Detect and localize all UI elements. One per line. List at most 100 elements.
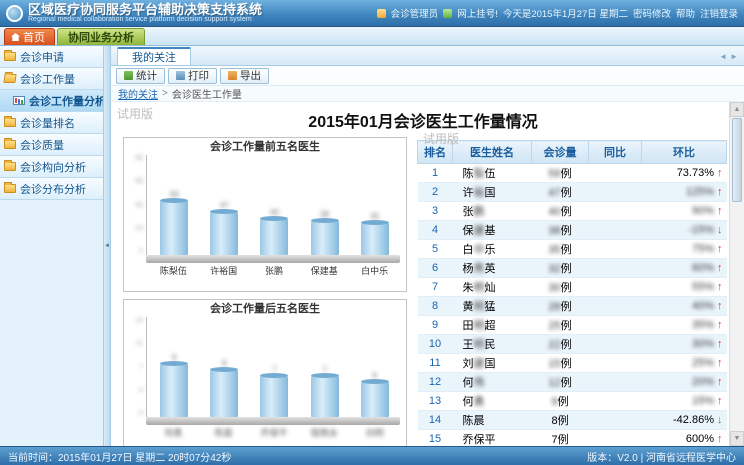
cases-cell: 59例	[532, 164, 589, 183]
table-row[interactable]: 6杨秀英32例60%↑	[418, 259, 727, 278]
sidebar-item[interactable]: 会诊构向分析	[0, 156, 103, 178]
rank-cell: 7	[418, 278, 453, 297]
export-button[interactable]: 导出	[220, 68, 269, 84]
sidebar-item-label: 会诊构向分析	[20, 159, 86, 175]
bar-category-label: 许裕国	[201, 264, 247, 277]
chart-icon	[13, 96, 25, 105]
y-axis-tick: 90	[135, 155, 143, 162]
rank-cell: 13	[418, 392, 453, 411]
y-axis-tick: 7	[139, 364, 143, 371]
sidebar-item[interactable]: 会诊工作量	[0, 68, 103, 90]
chart-title: 会诊工作量前五名医生	[128, 140, 402, 155]
version-info: 版本：V2.0 | 河南省远程医学中心	[587, 449, 736, 464]
app-title: 区域医疗协同服务平台辅助决策支持系统	[28, 3, 262, 16]
cases-cell: 25例	[532, 316, 589, 335]
breadcrumb-my-follow[interactable]: 我的关注	[118, 86, 158, 101]
table-row[interactable]: 14陈晨8例-42.86%↓	[418, 411, 727, 430]
nav-tab-analysis[interactable]: 协同业务分析	[57, 28, 145, 45]
doctor-name-cell: 张鹏	[453, 202, 532, 221]
table-row[interactable]: 4保建基38例-15%↓	[418, 221, 727, 240]
scroll-down-icon[interactable]: ▼	[730, 431, 744, 446]
tab-scroll-left-icon[interactable]: ◄	[719, 52, 727, 61]
trend-down-icon: ↓	[717, 414, 723, 426]
sidebar-item[interactable]: 会诊量排名	[0, 112, 103, 134]
bar-category-label: 白中乐	[352, 264, 398, 277]
cases-value: 9	[551, 396, 557, 408]
table-row[interactable]: 15乔保平7例600%↑	[418, 430, 727, 447]
y-axis-tick: 23	[135, 225, 143, 232]
content-scrollbar[interactable]: ▲ ▼	[729, 102, 744, 446]
sidebar-item[interactable]: 会诊工作量分析	[0, 90, 103, 112]
mom-cell: -42.86%↓	[642, 411, 727, 430]
table-row[interactable]: 10王明民22例30%↑	[418, 335, 727, 354]
scrollbar-thumb[interactable]	[732, 118, 742, 202]
folder-icon	[4, 140, 16, 149]
table-row[interactable]: 13何勇9例15%↑	[418, 392, 727, 411]
masked-text: 裕	[474, 187, 485, 199]
masked-text: 明	[474, 320, 485, 332]
table-row[interactable]: 12何伟12例20%↑	[418, 373, 727, 392]
online-register-link[interactable]: 网上挂号!	[457, 6, 498, 20]
bar-category-label: 何勇	[150, 426, 196, 439]
plot-area: 5947403835	[146, 155, 402, 255]
mom-cell: 25%↑	[642, 354, 727, 373]
app-header: 区域医疗协同服务平台辅助决策支持系统 Regional medical coll…	[0, 0, 744, 27]
tab-scroll-right-icon[interactable]: ►	[730, 52, 738, 61]
sidebar-item[interactable]: 会诊质量	[0, 134, 103, 156]
yoy-cell	[589, 392, 642, 411]
trend-up-icon: ↑	[717, 319, 723, 331]
sidebar-collapse-handle[interactable]: ◄	[104, 46, 111, 446]
doctor-name-cell: 何勇	[453, 392, 532, 411]
sidebar-item[interactable]: 会诊申请	[0, 46, 103, 68]
trend-up-icon: ↑	[717, 395, 723, 407]
table-row[interactable]: 1陈梨伍59例73.73%↑	[418, 164, 727, 183]
mom-value: 30%	[692, 338, 714, 350]
rank-cell: 5	[418, 240, 453, 259]
sidebar-item[interactable]: 会诊分布分析	[0, 178, 103, 200]
table-row[interactable]: 5白中乐35例75%↑	[418, 240, 727, 259]
trend-up-icon: ↑	[717, 376, 723, 388]
collapse-arrow-icon: ◄	[104, 243, 110, 249]
bar-category-label: 程艳永	[301, 426, 347, 439]
mom-cell: 55%↑	[642, 278, 727, 297]
tab-scroll-arrows: ◄ ►	[719, 52, 738, 65]
folder-icon	[4, 118, 16, 127]
col-yoy: 同比	[589, 141, 642, 164]
table-row[interactable]: 2许裕国47例125%↑	[418, 183, 727, 202]
trend-up-icon: ↑	[717, 338, 723, 350]
nav-tab-home[interactable]: 首页	[4, 28, 55, 45]
cases-value: 40	[548, 206, 560, 218]
change-password-link[interactable]: 密码修改	[633, 6, 671, 20]
y-axis-tick: 14	[135, 317, 143, 324]
toolbar: 统计打印导出	[111, 66, 744, 86]
bar-category-label: 保建基	[301, 264, 347, 277]
bar-group: 40	[251, 208, 297, 255]
cases-value: 30	[548, 282, 560, 294]
table-row[interactable]: 3张鹏40例90%↑	[418, 202, 727, 221]
masked-text: 建	[474, 225, 485, 237]
rank-cell: 9	[418, 316, 453, 335]
table-row[interactable]: 7朱明灿30例55%↑	[418, 278, 727, 297]
bar-group: 7	[302, 365, 348, 417]
table-row[interactable]: 9田明超25例35%↑	[418, 316, 727, 335]
scroll-up-icon[interactable]: ▲	[730, 102, 744, 117]
cases-cell: 8例	[532, 411, 589, 430]
logout-link[interactable]: 注销登录	[700, 6, 738, 20]
trend-down-icon: ↓	[717, 224, 723, 236]
x-axis-labels: 何勇陈晨乔保平程艳永刘明	[146, 425, 402, 439]
trend-up-icon: ↑	[717, 300, 723, 312]
doctor-name-cell: 陈梨伍	[453, 164, 532, 183]
table-row[interactable]: 8黄明猛28例40%↑	[418, 297, 727, 316]
ranking-table-container: 排名 医生姓名 会诊量 同比 环比 1陈梨伍59例73.73%↑2许裕国47例1…	[417, 137, 727, 446]
bar	[311, 220, 339, 255]
table-row[interactable]: 11刘建国15例25%↑	[418, 354, 727, 373]
print-button[interactable]: 打印	[168, 68, 217, 84]
stats-button[interactable]: 统计	[116, 68, 165, 84]
mom-cell: 40%↑	[642, 297, 727, 316]
rank-cell: 8	[418, 297, 453, 316]
help-link[interactable]: 帮助	[676, 6, 695, 20]
button-label: 统计	[136, 68, 157, 83]
export-icon	[228, 71, 237, 80]
bar-category-label: 陈梨伍	[150, 264, 196, 277]
tab-my-follow[interactable]: 我的关注	[117, 47, 191, 65]
